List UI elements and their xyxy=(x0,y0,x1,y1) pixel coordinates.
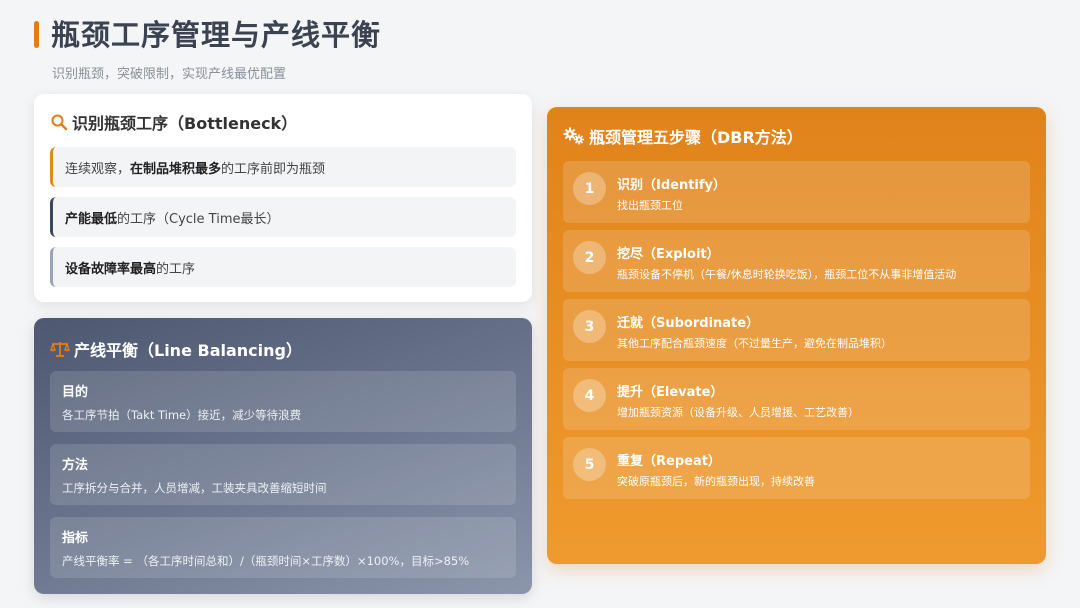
step-desc: 瓶颈设备不停机（午餐/休息时轮换吃饭），瓶颈工位不从事非增值活动 xyxy=(617,268,957,281)
scale-icon xyxy=(50,341,70,357)
step-desc: 增加瓶颈资源（设备升级、人员增援、工艺改善） xyxy=(617,406,859,419)
balance-item-title: 指标 xyxy=(62,531,89,546)
identify-item-emphasis: 在制品堆积最多 xyxy=(130,161,222,177)
balance-card-title: 产线平衡（Line Balancing） xyxy=(74,341,302,360)
identify-card-title: 识别瓶颈工序（Bottleneck） xyxy=(72,114,298,133)
identify-item: 产能最低 的工序（Cycle Time最长） xyxy=(50,197,516,237)
balance-item-title: 方法 xyxy=(62,458,89,473)
step-desc: 其他工序配合瓶颈速度（不过量生产，避免在制品堆积） xyxy=(617,337,892,350)
gears-icon xyxy=(563,127,584,145)
title-accent-bar xyxy=(34,21,39,48)
page-subtitle: 识别瓶颈，突破限制，实现产线最优配置 xyxy=(52,67,287,82)
page-title: 瓶颈工序管理与产线平衡 xyxy=(51,18,382,52)
identify-item-text: 的工序前即为瓶颈 xyxy=(221,161,326,177)
step-title: 识别（Identify） xyxy=(617,178,727,193)
step-elevate: 4 提升（Elevate） 增加瓶颈资源（设备升级、人员增援、工艺改善） xyxy=(563,368,1030,430)
identify-item-text: 的工序 xyxy=(156,261,196,277)
steps-card-title: 瓶颈管理五步骤（DBR方法） xyxy=(589,128,803,147)
step-identify: 1 识别（Identify） 找出瓶颈工位 xyxy=(563,161,1030,223)
identify-item: 连续观察， 在制品堆积最多 的工序前即为瓶颈 xyxy=(50,147,516,187)
step-number-badge: 1 xyxy=(573,172,606,205)
step-subordinate: 3 迁就（Subordinate） 其他工序配合瓶颈速度（不过量生产，避免在制品… xyxy=(563,299,1030,361)
step-number-badge: 5 xyxy=(573,448,606,481)
identify-item-emphasis: 产能最低 xyxy=(65,211,118,227)
five-steps-card: 瓶颈管理五步骤（DBR方法） 1 识别（Identify） 找出瓶颈工位 2 挖… xyxy=(547,107,1046,564)
steps-card-header: 瓶颈管理五步骤（DBR方法） xyxy=(563,124,803,148)
identify-bottleneck-card: 识别瓶颈工序（Bottleneck） 连续观察， 在制品堆积最多 的工序前即为瓶颈 … xyxy=(34,94,532,302)
step-title: 重复（Repeat） xyxy=(617,454,721,469)
balance-item-title: 目的 xyxy=(62,385,89,400)
step-desc: 突破原瓶颈后，新的瓶颈出现，持续改善 xyxy=(617,475,815,488)
step-repeat: 5 重复（Repeat） 突破原瓶颈后，新的瓶颈出现，持续改善 xyxy=(563,437,1030,499)
step-title: 挖尽（Exploit） xyxy=(617,247,720,262)
identify-item-text: 的工序（Cycle Time最长） xyxy=(117,211,280,227)
step-title: 迁就（Subordinate） xyxy=(617,316,760,331)
identify-card-header: 识别瓶颈工序（Bottleneck） xyxy=(50,110,297,134)
balance-item-desc: 各工序节拍（Takt Time）接近，减少等待浪费 xyxy=(62,408,302,422)
identify-item: 设备故障率最高 的工序 xyxy=(50,247,516,287)
balance-item-desc: 产线平衡率 = （各工序时间总和）/（瓶颈时间×工序数）×100%，目标>85% xyxy=(62,554,470,568)
step-exploit: 2 挖尽（Exploit） 瓶颈设备不停机（午餐/休息时轮换吃饭），瓶颈工位不从… xyxy=(563,230,1030,292)
balance-item-purpose: 目的 各工序节拍（Takt Time）接近，减少等待浪费 xyxy=(50,371,516,432)
balance-item-method: 方法 工序拆分与合并，人员增减，工装夹具改善缩短时间 xyxy=(50,444,516,505)
step-number-badge: 3 xyxy=(573,310,606,343)
step-number-badge: 4 xyxy=(573,379,606,412)
identify-item-text: 连续观察， xyxy=(65,161,131,177)
step-title: 提升（Elevate） xyxy=(617,385,724,400)
step-desc: 找出瓶颈工位 xyxy=(617,199,683,212)
search-icon xyxy=(51,114,68,131)
line-balancing-card: 产线平衡（Line Balancing） 目的 各工序节拍（Takt Time）… xyxy=(34,318,532,594)
identify-item-emphasis: 设备故障率最高 xyxy=(65,261,157,277)
balance-item-metric: 指标 产线平衡率 = （各工序时间总和）/（瓶颈时间×工序数）×100%，目标>… xyxy=(50,517,516,578)
balance-item-desc: 工序拆分与合并，人员增减，工装夹具改善缩短时间 xyxy=(62,481,327,495)
balance-card-header: 产线平衡（Line Balancing） xyxy=(50,337,302,361)
step-number-badge: 2 xyxy=(573,241,606,274)
